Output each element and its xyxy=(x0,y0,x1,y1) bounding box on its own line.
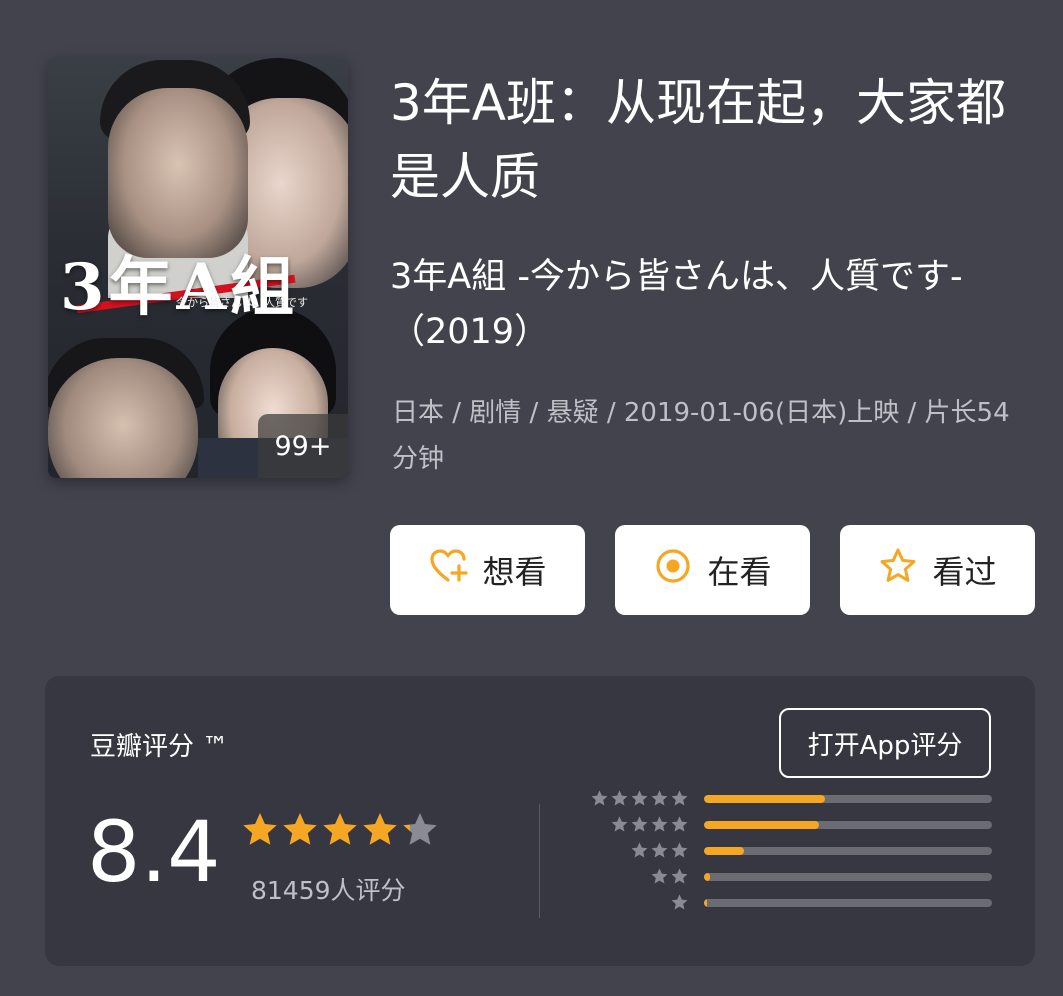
watching-button[interactable]: 在看 xyxy=(615,525,810,615)
distribution-stars xyxy=(590,789,689,808)
star-icon xyxy=(611,790,628,806)
movie-title: 3年A班：从现在起，大家都是人质 xyxy=(390,74,1007,206)
star-icon xyxy=(651,842,668,858)
star-icon xyxy=(283,813,317,845)
photo-count-badge: 99+ xyxy=(258,414,348,478)
rating-stars xyxy=(240,810,440,850)
rating-title: 豆瓣评分 ™ xyxy=(90,732,229,762)
star-icon xyxy=(671,868,688,884)
star-icon xyxy=(651,790,668,806)
poster-subtitle-text: 今から皆さんは、人質です xyxy=(176,296,308,309)
watched-label: 看过 xyxy=(932,553,997,591)
star-icon xyxy=(651,868,668,884)
open-app-rate-button[interactable]: 打开App评分 xyxy=(779,708,991,778)
star-outline-icon xyxy=(878,546,918,594)
want-to-watch-button[interactable]: 想看 xyxy=(390,525,585,615)
star-icon xyxy=(611,816,628,832)
poster-figure xyxy=(48,358,198,478)
poster-figure xyxy=(108,88,248,258)
distribution-bar-fill xyxy=(704,821,820,829)
rating-score: 8.4 xyxy=(87,803,221,901)
star-icon xyxy=(671,894,688,910)
star-icon xyxy=(591,790,608,806)
star-icon xyxy=(671,816,688,832)
distribution-bar-fill xyxy=(704,795,825,803)
rating-divider xyxy=(539,804,540,918)
movie-original-title: 3年A組 -今から皆さんは、人質です-（2019） xyxy=(390,257,963,352)
star-icon xyxy=(363,813,397,845)
movie-meta: 日本 / 剧情 / 悬疑 / 2019-01-06(日本)上映 / 片长54分钟 xyxy=(392,398,1010,474)
star-icon xyxy=(631,816,648,832)
distribution-stars xyxy=(630,841,689,860)
rating-count: 81459人评分 xyxy=(251,876,406,905)
star-icon xyxy=(243,813,277,845)
distribution-bar-track xyxy=(704,873,992,881)
star-icon xyxy=(631,842,648,858)
distribution-bar-track xyxy=(704,847,992,855)
distribution-row-5-star xyxy=(581,789,1001,808)
star-icon xyxy=(631,790,648,806)
distribution-stars xyxy=(650,867,689,886)
distribution-bar-fill xyxy=(704,873,710,881)
poster-title-text: 3年A組 xyxy=(60,250,299,325)
distribution-bar-track xyxy=(704,795,992,803)
distribution-bar-track xyxy=(704,899,992,907)
distribution-bar-fill xyxy=(704,847,745,855)
distribution-row-1-star xyxy=(581,893,1001,912)
star-icon xyxy=(403,813,437,845)
movie-poster[interactable]: 3年A組 今から皆さんは、人質です 99+ xyxy=(48,58,348,478)
star-icon xyxy=(671,790,688,806)
distribution-row-2-star xyxy=(581,867,1001,886)
watched-button[interactable]: 看过 xyxy=(840,525,1035,615)
distribution-bar-track xyxy=(704,821,992,829)
want-to-watch-label: 想看 xyxy=(482,553,547,591)
target-icon xyxy=(653,546,693,594)
star-icon xyxy=(671,842,688,858)
distribution-stars xyxy=(610,815,689,834)
star-icon xyxy=(651,816,668,832)
heart-plus-icon xyxy=(428,546,469,594)
distribution-row-3-star xyxy=(581,841,1001,860)
star-icon xyxy=(323,813,357,845)
distribution-stars xyxy=(670,893,689,912)
watching-label: 在看 xyxy=(707,553,772,591)
distribution-row-4-star xyxy=(581,815,1001,834)
distribution-bar-fill xyxy=(704,899,707,907)
rating-card: 豆瓣评分 ™ 打开App评分 8.4 81459人评分 xyxy=(45,676,1035,966)
